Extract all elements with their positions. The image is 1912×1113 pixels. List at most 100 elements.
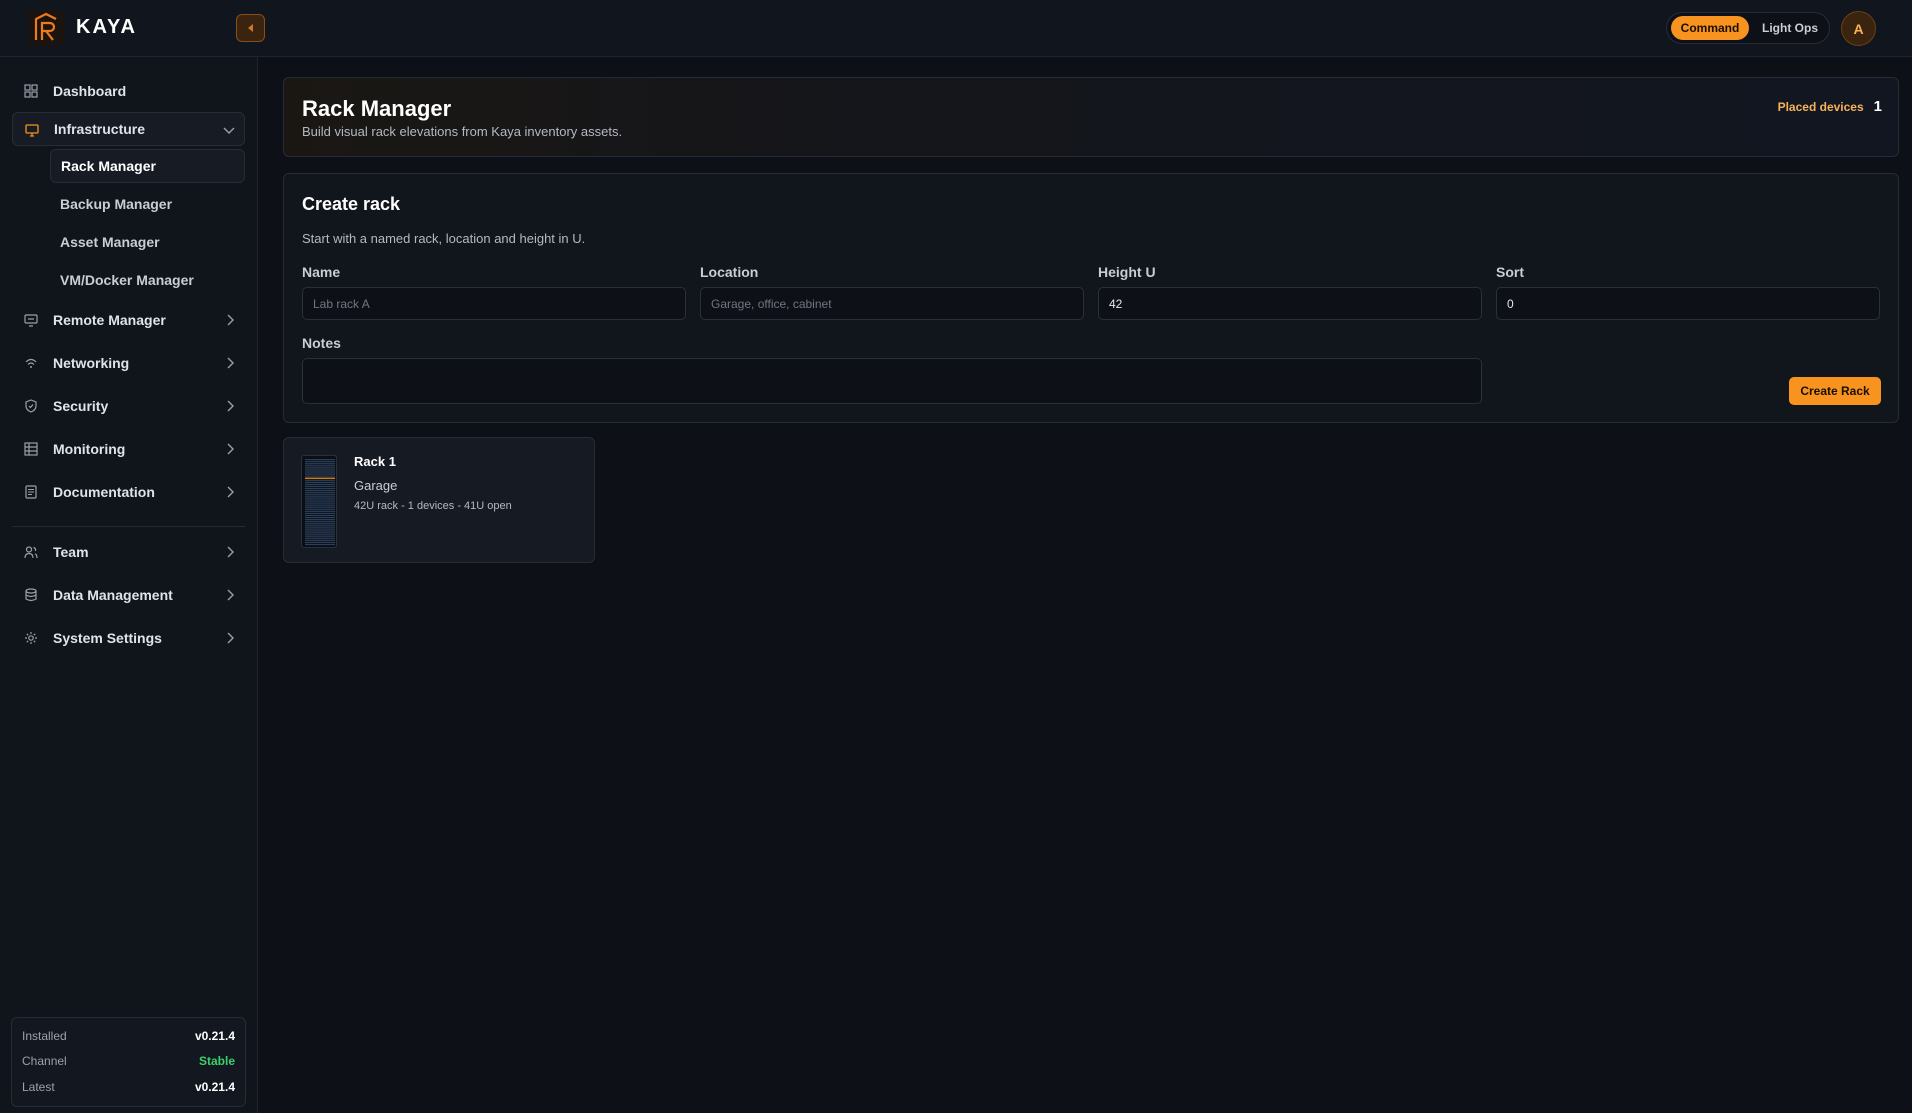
database-icon [25, 588, 37, 602]
rack-slot [305, 485, 335, 488]
rack-slot [305, 504, 335, 506]
rack-slot [305, 516, 335, 519]
chevron-right-icon [227, 357, 234, 369]
rack-slot [305, 506, 335, 508]
top-bar: KAYA Command Light Ops A [0, 0, 1912, 57]
create-rack-button[interactable]: Create Rack [1789, 377, 1881, 405]
rack-slot [305, 500, 335, 502]
create-rack-subtitle: Start with a named rack, location and he… [302, 231, 586, 246]
height-label: Height U [1098, 264, 1156, 280]
chevron-down-icon [223, 127, 235, 134]
rack-card[interactable]: Rack 1 Garage 42U rack - 1 devices - 41U… [283, 437, 595, 563]
version-channel-label: Channel [22, 1054, 67, 1068]
chevron-right-icon [227, 400, 234, 412]
rack-slot [305, 543, 335, 546]
rack-slot [305, 533, 335, 535]
remote-desktop-icon [24, 314, 38, 327]
chevron-right-icon [227, 632, 234, 644]
page-title: Rack Manager [302, 96, 452, 121]
version-channel-row: Channel Stable [22, 1054, 235, 1068]
sidebar-item-label: Documentation [53, 484, 155, 500]
kaya-logo[interactable] [28, 10, 64, 46]
create-rack-form: Create rack Start with a named rack, loc… [283, 173, 1899, 423]
name-input[interactable] [302, 287, 686, 320]
sidebar-subitem-asset-manager[interactable]: Asset Manager [50, 225, 245, 259]
chevron-right-icon [227, 443, 234, 455]
sidebar-item-monitoring[interactable]: Monitoring [12, 432, 245, 466]
rack-slot [305, 537, 335, 539]
sidebar-item-label: Networking [53, 355, 130, 371]
mode-command-button[interactable]: Command [1671, 16, 1749, 40]
sidebar-item-label: Data Management [53, 587, 173, 603]
gear-icon [25, 632, 37, 644]
placed-devices-stat: Placed devices 1 [1778, 98, 1882, 115]
sidebar-item-label: Team [53, 544, 89, 560]
rack-slot [305, 490, 335, 492]
wifi-icon [25, 358, 37, 368]
sidebar-item-infrastructure[interactable]: Infrastructure [12, 112, 245, 146]
rack-slot [305, 527, 335, 529]
sidebar-item-dashboard[interactable]: Dashboard [12, 74, 245, 108]
rack-slot [305, 469, 335, 471]
rack-slot [305, 483, 335, 486]
rack-meta: 42U rack - 1 devices - 41U open [354, 500, 512, 512]
sidebar-item-label: Security [53, 398, 109, 414]
rack-slot [305, 541, 335, 543]
sidebar-item-remote-manager[interactable]: Remote Manager [12, 303, 245, 337]
version-channel-value: Stable [198, 1054, 235, 1068]
grid-icon [24, 84, 38, 98]
collapse-sidebar-button[interactable] [236, 14, 265, 42]
version-installed-value: v0.21.4 [194, 1029, 235, 1043]
rack-slot [305, 519, 335, 521]
avatar[interactable]: A [1841, 11, 1876, 46]
page-header: Rack Manager Build visual rack elevation… [283, 77, 1899, 157]
notes-textarea[interactable] [302, 358, 1482, 404]
create-rack-title: Create rack [302, 194, 401, 214]
rack-slot [305, 514, 335, 517]
sidebar-item-label: System Settings [53, 630, 162, 646]
location-label: Location [700, 264, 759, 280]
rack-slot [305, 479, 335, 481]
sidebar-item-label: Infrastructure [54, 121, 146, 137]
rack-thumbnail [301, 455, 337, 548]
rack-slot [305, 496, 335, 498]
page-subtitle: Build visual rack elevations from Kaya i… [302, 124, 623, 139]
sidebar-subitem-backup-manager[interactable]: Backup Manager [50, 187, 245, 221]
sidebar-item-system-settings[interactable]: System Settings [12, 621, 245, 655]
rack-name: Rack 1 [354, 454, 396, 469]
rack-slot [305, 508, 335, 510]
version-installed-label: Installed [22, 1029, 67, 1043]
height-input[interactable] [1098, 287, 1482, 320]
placed-devices-label: Placed devices [1777, 99, 1864, 114]
sidebar-item-team[interactable]: Team [12, 535, 245, 569]
rack-slot [305, 529, 335, 531]
users-icon [24, 546, 38, 559]
sidebar-item-security[interactable]: Security [12, 389, 245, 423]
placed-devices-value: 1 [1873, 98, 1882, 115]
document-icon [25, 485, 37, 499]
rack-slot [305, 481, 335, 483]
rack-slot [305, 512, 335, 515]
sidebar-item-label: Remote Manager [53, 312, 166, 328]
rack-slot [305, 502, 335, 504]
rack-slot [305, 510, 335, 512]
brand-name: KAYA [76, 16, 137, 38]
rack-slot [305, 525, 335, 527]
mode-light-ops-button[interactable]: Light Ops [1753, 16, 1827, 40]
rack-slot [305, 492, 335, 494]
sidebar-subitem-rack-manager[interactable]: Rack Manager [50, 149, 245, 183]
sort-label: Sort [1496, 264, 1524, 280]
rack-slot [305, 473, 335, 475]
rack-slot [305, 523, 335, 525]
sidebar-item-data-management[interactable]: Data Management [12, 578, 245, 612]
rack-slot [305, 539, 335, 541]
rack-slot [305, 459, 335, 461]
rack-slot [305, 531, 335, 533]
sort-input[interactable] [1496, 287, 1880, 320]
version-latest-label: Latest [22, 1080, 55, 1094]
sidebar-item-networking[interactable]: Networking [12, 346, 245, 380]
sidebar-subitem-vm-docker-manager[interactable]: VM/Docker Manager [50, 263, 245, 297]
monitor-icon [25, 124, 39, 137]
location-input[interactable] [700, 287, 1084, 320]
sidebar-item-documentation[interactable]: Documentation [12, 475, 245, 509]
